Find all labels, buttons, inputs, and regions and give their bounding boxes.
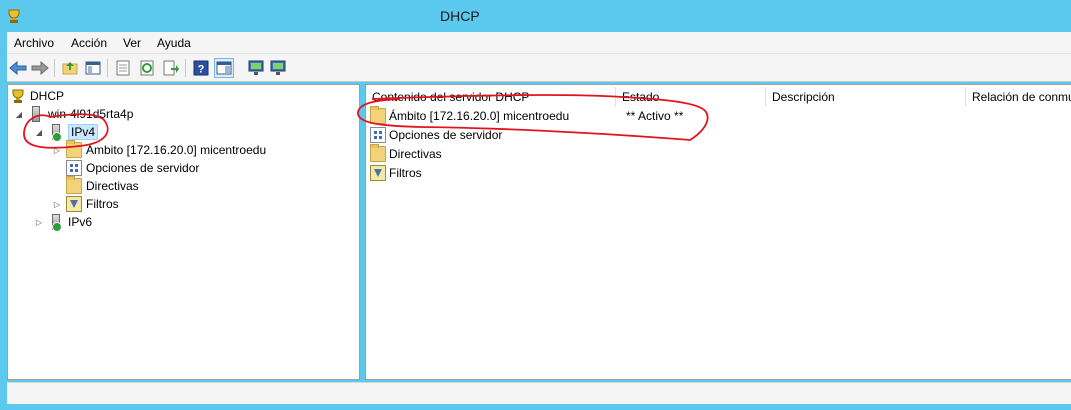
- tree-label-ipv6: IPv6: [68, 215, 93, 229]
- title-bar: DHCP: [0, 0, 1071, 32]
- menu-ayuda[interactable]: Ayuda: [157, 36, 191, 50]
- list-item[interactable]: Ámbito [172.16.20.0] micentroedu ** Acti…: [370, 105, 770, 125]
- tree-item-ipv6[interactable]: ▷ IPv6: [34, 213, 93, 232]
- expand-triangle-icon[interactable]: ▷: [52, 200, 62, 209]
- collapse-triangle-icon[interactable]: ◢: [14, 110, 24, 119]
- tree-label-filters: Filtros: [86, 197, 119, 211]
- policies-icon: [370, 143, 386, 162]
- tree-label-dhcp: DHCP: [30, 89, 65, 103]
- results-pane: Contenido del servidor DHCP Estado Descr…: [365, 84, 1071, 380]
- column-header-failover[interactable]: Relación de conmu: [966, 87, 1071, 107]
- expand-triangle-icon[interactable]: ▷: [52, 146, 62, 155]
- list-item-name: Ámbito [172.16.20.0] micentroedu: [389, 108, 570, 123]
- column-header-content[interactable]: Contenido del servidor DHCP: [366, 87, 616, 107]
- list-item-state: ** Activo **: [626, 108, 684, 123]
- console-tree-pane: DHCP ◢ win-4l91d5rta4p ◢ IPv4 ▷ Ámbito […: [7, 84, 360, 380]
- collapse-triangle-icon[interactable]: ◢: [34, 128, 44, 137]
- tree-label-policies: Directivas: [86, 179, 139, 193]
- list-item-name: Directivas: [389, 146, 442, 161]
- list-item[interactable]: Filtros: [370, 163, 422, 182]
- forward-arrow-icon[interactable]: [30, 58, 50, 78]
- filter-icon: [370, 164, 386, 181]
- help-icon[interactable]: ?: [191, 58, 211, 78]
- export-list-icon[interactable]: [161, 58, 181, 78]
- tree-item-filters[interactable]: ▷ Filtros: [52, 195, 119, 213]
- status-bar: [7, 382, 1071, 404]
- tree-item-scope[interactable]: ▷ Ámbito [172.16.20.0] micentroedu: [52, 140, 267, 159]
- tree-label-server-options: Opciones de servidor: [86, 161, 200, 175]
- folder-icon: [370, 105, 386, 124]
- ipv4-server-icon: [52, 124, 62, 142]
- tree-item-server[interactable]: ◢ win-4l91d5rta4p: [14, 105, 133, 123]
- menu-ver[interactable]: Ver: [123, 36, 141, 50]
- monitor-add-icon[interactable]: [268, 58, 288, 78]
- column-header-state[interactable]: Estado: [616, 87, 766, 107]
- dhcp-trophy-icon: [10, 88, 26, 104]
- up-folder-icon[interactable]: [60, 58, 80, 78]
- tree-item-policies[interactable]: Directivas: [52, 176, 139, 195]
- menu-archivo[interactable]: Archivo: [14, 36, 54, 50]
- refresh-icon[interactable]: [137, 58, 157, 78]
- svg-text:?: ?: [198, 64, 205, 76]
- show-hide-console-tree-icon[interactable]: [83, 58, 103, 78]
- ipv6-server-icon: [52, 214, 62, 232]
- filter-icon: [66, 196, 82, 212]
- policies-icon: [66, 176, 82, 194]
- monitor-icon[interactable]: [246, 58, 266, 78]
- expand-triangle-icon[interactable]: ▷: [34, 218, 44, 227]
- list-item[interactable]: Opciones de servidor: [370, 125, 502, 144]
- window-title: DHCP: [440, 8, 480, 24]
- tree-item-server-options[interactable]: Opciones de servidor: [52, 159, 199, 177]
- tree-item-ipv4[interactable]: ◢ IPv4: [34, 123, 99, 142]
- show-action-pane-icon[interactable]: [214, 58, 234, 78]
- toolbar: ?: [7, 54, 1071, 82]
- properties-icon[interactable]: [113, 58, 133, 78]
- tree-label-server: win-4l91d5rta4p: [48, 107, 134, 121]
- list-item-name: Opciones de servidor: [389, 127, 503, 142]
- folder-icon: [66, 140, 82, 158]
- back-arrow-icon[interactable]: [8, 58, 28, 78]
- server-options-icon: [370, 126, 386, 143]
- column-header-description[interactable]: Descripción: [766, 87, 966, 107]
- server-options-icon: [66, 160, 82, 176]
- tree-label-ipv4: IPv4: [68, 124, 99, 140]
- list-item[interactable]: Directivas: [370, 143, 442, 163]
- tree-item-dhcp[interactable]: DHCP: [10, 87, 64, 105]
- list-item-name: Filtros: [389, 165, 422, 180]
- server-icon: [32, 106, 40, 122]
- menu-accion[interactable]: Acción: [71, 36, 107, 50]
- menu-bar: Archivo Acción Ver Ayuda: [7, 32, 1071, 54]
- tree-label-scope: Ámbito [172.16.20.0] micentroedu: [86, 143, 267, 157]
